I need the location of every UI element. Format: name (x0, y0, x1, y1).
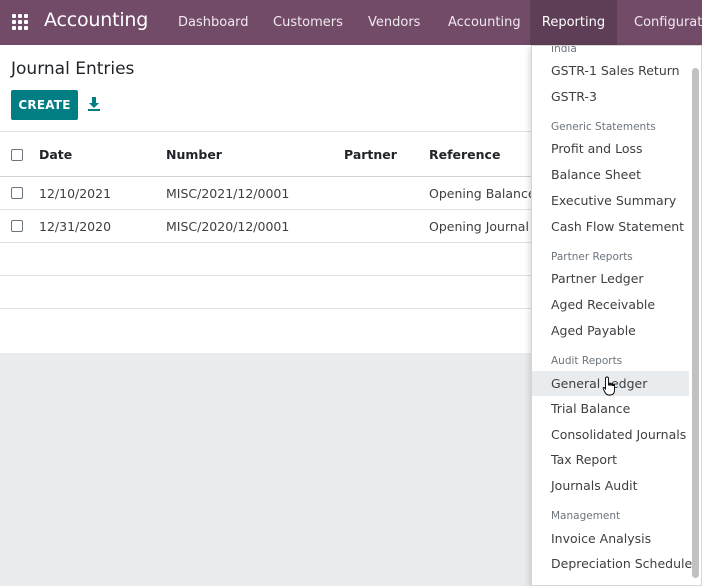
row-checkbox[interactable] (11, 220, 23, 232)
nav-configuration[interactable]: Configuration (632, 0, 702, 45)
cell-date: 12/10/2021 (39, 185, 112, 201)
menu-section-header: Partner Reports (551, 251, 633, 263)
menu-section-header: Audit Reports (551, 355, 623, 367)
column-header-reference[interactable]: Reference (429, 132, 529, 176)
nav-accounting[interactable]: Accounting (446, 0, 523, 45)
dropdown-scrollbar[interactable] (692, 68, 699, 578)
menu-item-executive-summary[interactable]: Executive Summary (532, 188, 689, 213)
menu-item-tax-report[interactable]: Tax Report (532, 447, 689, 472)
menu-section-header: Generic Statements (551, 121, 656, 133)
page-title: Journal Entries (11, 59, 135, 79)
reporting-dropdown-menu: India GSTR-1 Sales Return GSTR-3 Generic… (531, 45, 702, 586)
menu-section-header: Management (551, 510, 621, 522)
menu-item-partner-ledger[interactable]: Partner Ledger (532, 266, 689, 291)
menu-item-trial-balance[interactable]: Trial Balance (532, 396, 689, 421)
menu-item-aged-receivable[interactable]: Aged Receivable (532, 292, 689, 317)
row-checkbox[interactable] (11, 187, 23, 199)
column-header-number[interactable]: Number (166, 132, 222, 176)
menu-item-gstr1-sales-return[interactable]: GSTR-1 Sales Return (532, 58, 689, 83)
menu-item-gstr3[interactable]: GSTR-3 (532, 84, 689, 109)
menu-item-cash-flow-statement[interactable]: Cash Flow Statement (532, 214, 689, 239)
menu-item-aged-payable[interactable]: Aged Payable (532, 318, 689, 343)
top-navbar: Accounting Dashboard Customers Vendors A… (0, 0, 702, 45)
download-icon[interactable] (87, 96, 101, 112)
menu-item-depreciation-schedule[interactable]: Depreciation Schedule (532, 551, 692, 576)
app-title[interactable]: Accounting (44, 9, 148, 31)
apps-grid-icon[interactable] (12, 14, 28, 30)
create-button[interactable]: CREATE (11, 90, 78, 120)
cell-reference: Opening Balance (429, 185, 531, 201)
menu-item-consolidated-journals[interactable]: Consolidated Journals (532, 422, 689, 447)
cell-reference: Opening Journal Entry (429, 218, 531, 234)
select-all-checkbox[interactable] (11, 149, 23, 161)
menu-section-header: India (551, 45, 577, 55)
nav-vendors[interactable]: Vendors (366, 0, 422, 45)
menu-item-invoice-analysis[interactable]: Invoice Analysis (532, 526, 689, 551)
column-header-partner[interactable]: Partner (344, 132, 397, 176)
hand-pointer-icon (602, 376, 615, 396)
cell-number: MISC/2020/12/0001 (166, 218, 290, 234)
menu-item-balance-sheet[interactable]: Balance Sheet (532, 162, 689, 187)
column-header-date[interactable]: Date (39, 132, 72, 176)
nav-customers[interactable]: Customers (271, 0, 345, 45)
menu-item-journals-audit[interactable]: Journals Audit (532, 473, 689, 498)
nav-reporting[interactable]: Reporting (530, 0, 617, 45)
menu-item-profit-and-loss[interactable]: Profit and Loss (532, 136, 689, 161)
nav-dashboard[interactable]: Dashboard (176, 0, 251, 45)
cell-date: 12/31/2020 (39, 218, 112, 234)
cell-number: MISC/2021/12/0001 (166, 185, 290, 201)
